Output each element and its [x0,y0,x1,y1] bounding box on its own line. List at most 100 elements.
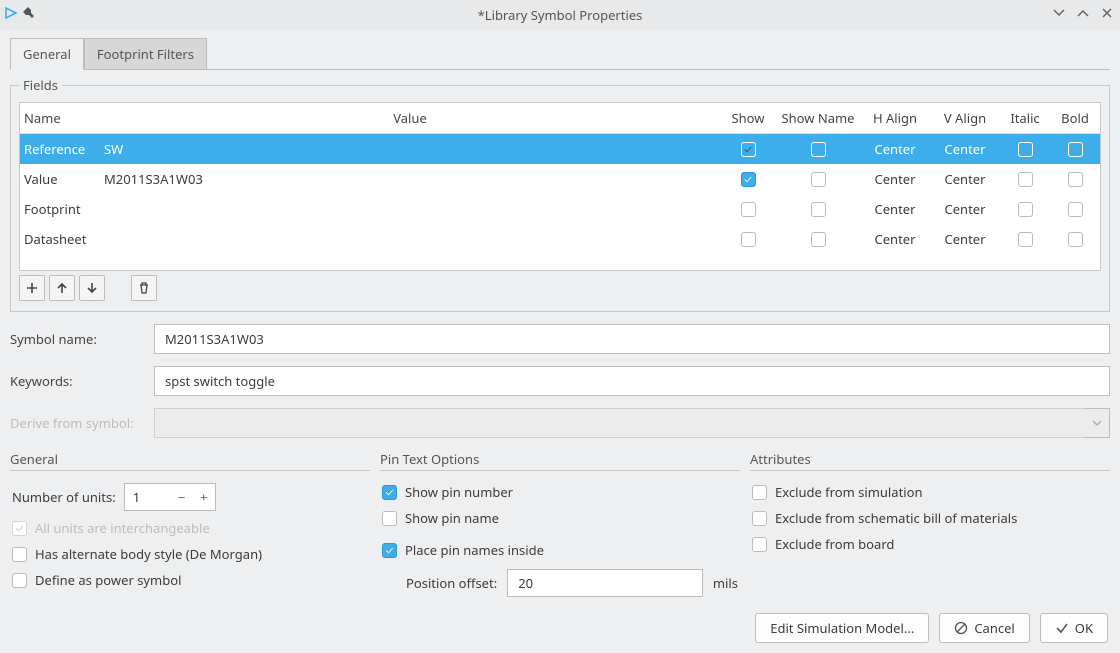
col-show[interactable]: Show [720,103,776,134]
checkbox[interactable] [752,485,767,500]
minus-icon[interactable]: − [171,488,193,506]
checkbox[interactable] [1068,232,1083,247]
cancel-button[interactable]: Cancel [939,613,1029,643]
col-italic[interactable]: Italic [1000,103,1050,134]
tab-footprint-filters[interactable]: Footprint Filters [84,38,207,70]
checkbox[interactable]: ✓ [382,485,397,500]
checkbox[interactable] [1018,142,1033,157]
checkbox[interactable] [12,573,27,588]
checkbox[interactable] [811,202,826,217]
fields-grid[interactable]: Name Value Show Show Name H Align V Alig… [19,102,1101,271]
table-row[interactable]: Datasheet Center Center [20,224,1100,254]
checkbox[interactable] [1018,202,1033,217]
exclude-board-label: Exclude from board [775,535,894,553]
cell-halign[interactable]: Center [860,194,930,224]
cell-bold[interactable] [1050,134,1100,164]
checkbox[interactable] [811,142,826,157]
maximize-icon[interactable] [1076,6,1090,24]
fields-toolbar [19,271,1101,301]
cell-halign[interactable]: Center [860,164,930,194]
cell-value[interactable] [100,224,720,254]
cell-italic[interactable] [1000,194,1050,224]
offset-unit: mils [713,574,738,592]
checkbox[interactable] [12,547,27,562]
cell-name[interactable]: Footprint [20,194,100,224]
table-row[interactable]: Footprint Center Center [20,194,1100,224]
cell-value[interactable]: M2011S3A1W03 [100,164,720,194]
symbol-name-input[interactable] [154,324,1110,354]
cell-valign[interactable]: Center [930,224,1000,254]
checkbox[interactable] [1068,172,1083,187]
minimize-icon[interactable] [1052,6,1066,24]
checkbox[interactable] [811,232,826,247]
cell-italic[interactable] [1000,134,1050,164]
cell-italic[interactable] [1000,224,1050,254]
checkbox: ✓ [12,521,27,536]
cell-show[interactable]: ✓ [720,164,776,194]
checkbox[interactable] [1068,202,1083,217]
checkbox[interactable] [382,511,397,526]
window-title: *Library Symbol Properties [478,6,643,24]
col-bold[interactable]: Bold [1050,103,1100,134]
checkbox[interactable] [811,172,826,187]
tab-general[interactable]: General [10,38,84,70]
cell-value[interactable]: SW [100,134,720,164]
offset-input[interactable] [507,569,703,597]
cell-show[interactable]: ✓ [720,134,776,164]
cell-name[interactable]: Reference [20,134,100,164]
cell-valign[interactable]: Center [930,164,1000,194]
move-up-button[interactable] [49,275,75,301]
chevron-down-icon [1084,408,1110,438]
cell-italic[interactable] [1000,164,1050,194]
table-row[interactable]: Reference SW ✓ Center Center [20,134,1100,164]
table-row[interactable]: Value M2011S3A1W03 ✓ Center Center [20,164,1100,194]
checkbox[interactable] [741,202,756,217]
cell-bold[interactable] [1050,164,1100,194]
checkbox[interactable]: ✓ [382,543,397,558]
edit-simulation-model-button[interactable]: Edit Simulation Model... [755,613,929,643]
cell-name[interactable]: Datasheet [20,224,100,254]
pin-icon[interactable] [22,6,36,24]
units-value[interactable]: 1 [125,488,171,506]
col-showname[interactable]: Show Name [776,103,860,134]
close-icon[interactable] [1100,6,1114,24]
cell-valign[interactable]: Center [930,194,1000,224]
move-down-button[interactable] [79,275,105,301]
cell-halign[interactable]: Center [860,134,930,164]
checkbox[interactable] [1018,172,1033,187]
delete-field-button[interactable] [131,275,157,301]
checkbox[interactable] [752,537,767,552]
cell-showname[interactable] [776,224,860,254]
col-value[interactable]: Value [100,103,720,134]
cell-valign[interactable]: Center [930,134,1000,164]
checkbox[interactable]: ✓ [741,142,756,157]
derive-combobox [154,408,1084,438]
plus-icon[interactable]: + [193,488,215,506]
cell-bold[interactable] [1050,224,1100,254]
checkbox[interactable] [1018,232,1033,247]
cell-showname[interactable] [776,134,860,164]
cell-bold[interactable] [1050,194,1100,224]
col-valign[interactable]: V Align [930,103,1000,134]
units-spinner[interactable]: 1 − + [124,483,216,511]
cell-name[interactable]: Value [20,164,100,194]
col-name[interactable]: Name [20,103,100,134]
checkbox[interactable]: ✓ [741,172,756,187]
cancel-icon [954,621,968,635]
title-bar: *Library Symbol Properties [0,0,1120,30]
cell-halign[interactable]: Center [860,224,930,254]
cell-showname[interactable] [776,194,860,224]
cell-value[interactable] [100,194,720,224]
checkbox[interactable] [741,232,756,247]
ok-button[interactable]: OK [1040,613,1108,643]
cell-show[interactable] [720,224,776,254]
general-title: General [10,450,370,470]
cell-show[interactable] [720,194,776,224]
checkbox[interactable] [1068,142,1083,157]
cell-showname[interactable] [776,164,860,194]
keywords-input[interactable] [154,366,1110,396]
add-field-button[interactable] [19,275,45,301]
checkbox[interactable] [752,511,767,526]
col-halign[interactable]: H Align [860,103,930,134]
interchangeable-label: All units are interchangeable [35,519,210,537]
